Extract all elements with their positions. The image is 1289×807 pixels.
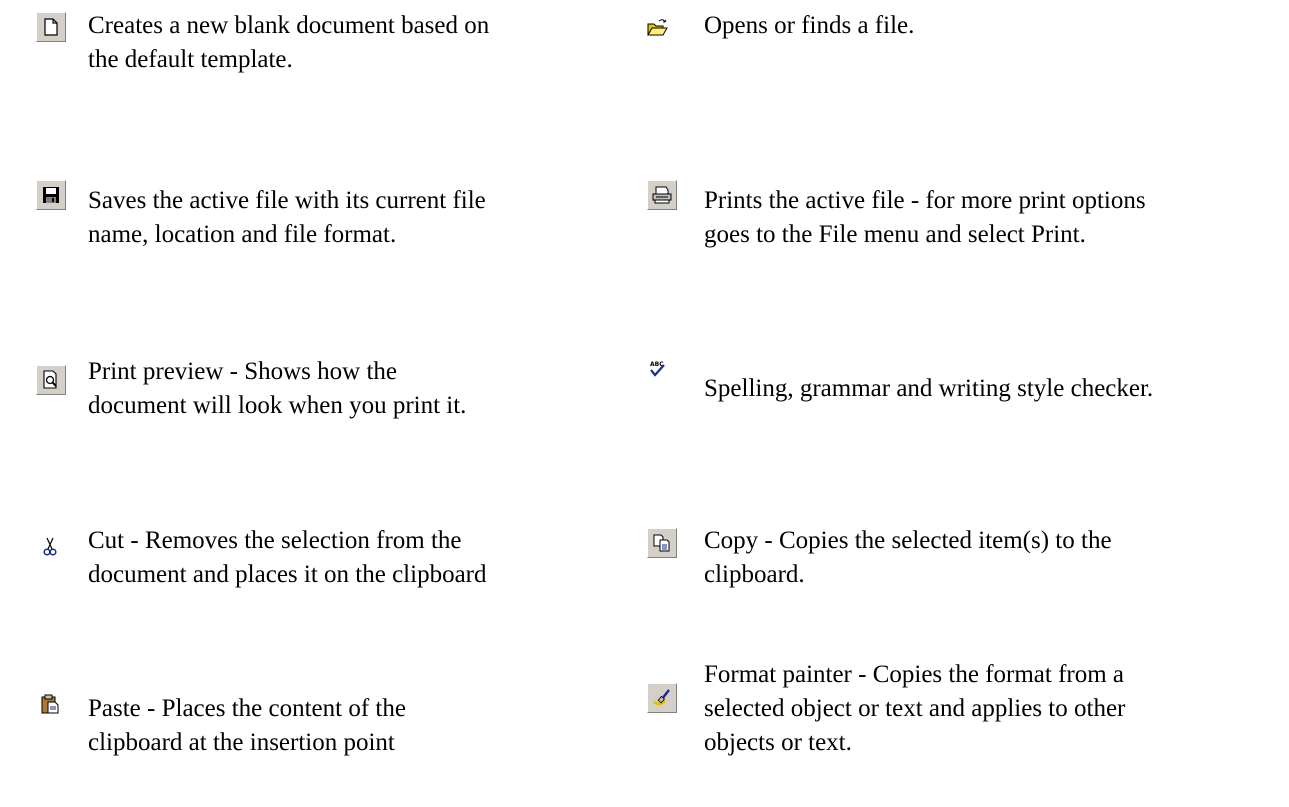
description-line: Print preview - Shows how the: [88, 358, 397, 385]
description-line: clipboard.: [704, 561, 805, 588]
description-line: selected object or text and applies to o…: [704, 695, 1126, 722]
description-line: document will look when you print it.: [88, 392, 467, 419]
copy-description: Copy - Copies the selected item(s) to th…: [704, 524, 1112, 592]
description-line: Copy - Copies the selected item(s) to th…: [704, 527, 1112, 554]
save-description: Saves the active file with its current f…: [88, 184, 486, 252]
spelling-description: Spelling, grammar and writing style chec…: [704, 372, 1153, 406]
cut-description: Cut - Removes the selection from the doc…: [88, 524, 487, 592]
description-line: Opens or finds a file.: [704, 12, 915, 39]
format-painter-icon: [647, 683, 677, 713]
print-preview-description: Print preview - Shows how the document w…: [88, 355, 466, 423]
description-line: Spelling, grammar and writing style chec…: [704, 375, 1154, 402]
description-line: Creates a new blank document based on: [88, 12, 490, 39]
description-line: Saves the active file with its current f…: [88, 187, 486, 214]
new-document-description: Creates a new blank document based on th…: [88, 9, 489, 77]
description-line: Format painter - Copies the format from …: [704, 661, 1125, 688]
spelling-check-icon: ABC: [643, 355, 673, 385]
paste-clipboard-icon: [36, 690, 66, 720]
description-line: objects or text.: [704, 729, 852, 756]
description-line: name, location and file format.: [88, 221, 397, 248]
format-painter-description: Format painter - Copies the format from …: [704, 658, 1125, 760]
description-line: the default template.: [88, 46, 293, 73]
description-line: Paste - Places the content of the: [88, 695, 406, 722]
copy-icon: [647, 528, 677, 558]
description-line: clipboard at the insertion point: [88, 729, 395, 756]
printer-icon: [647, 180, 677, 210]
description-line: Cut - Removes the selection from the: [88, 527, 462, 554]
open-folder-icon: [643, 14, 673, 44]
description-line: goes to the File menu and select Print.: [704, 221, 1086, 248]
description-line: document and places it on the clipboard: [88, 561, 487, 588]
description-line: Prints the active file - for more print …: [704, 187, 1146, 214]
scissors-icon: [36, 533, 66, 563]
new-document-icon: [36, 12, 66, 42]
save-disk-icon: [36, 180, 66, 210]
print-description: Prints the active file - for more print …: [704, 184, 1146, 252]
print-preview-icon: [36, 365, 66, 395]
paste-description: Paste - Places the content of the clipbo…: [88, 692, 406, 760]
open-file-description: Opens or finds a file.: [704, 9, 914, 43]
